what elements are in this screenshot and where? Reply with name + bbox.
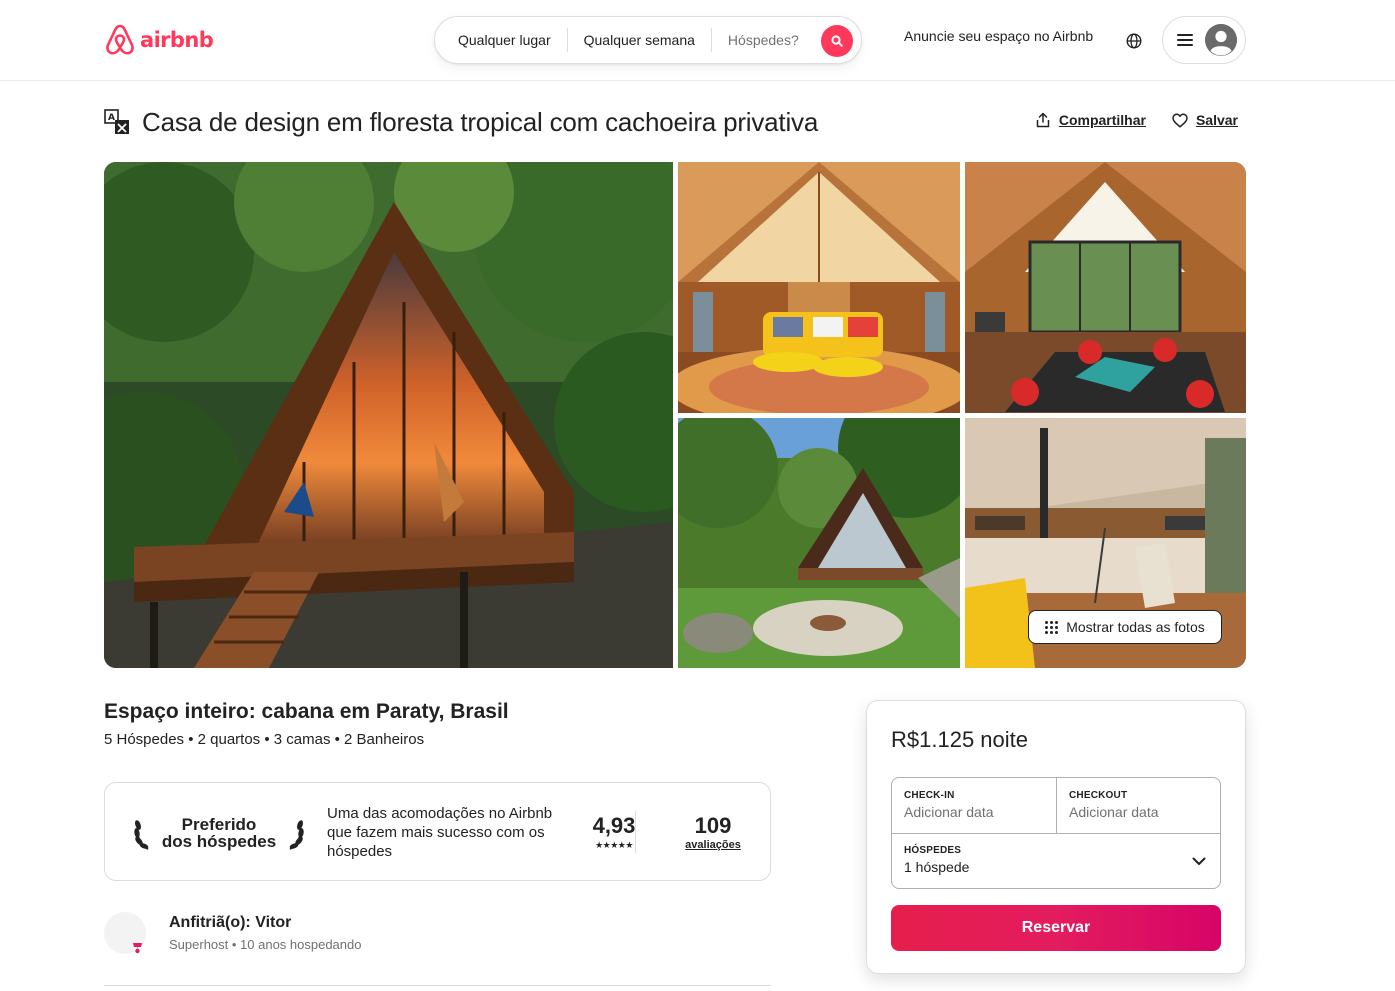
guest-favorite-badge-text: Preferido dos hóspedes	[162, 816, 276, 850]
search-button[interactable]	[821, 25, 853, 57]
become-host-link[interactable]: Anuncie seu espaço no Airbnb	[894, 28, 1103, 44]
hamburger-menu-icon	[1177, 34, 1193, 46]
airbnb-wordmark: airbnb	[140, 28, 214, 52]
photo-gallery: Mostrar todas as fotos	[104, 162, 1246, 668]
search-where[interactable]: Qualquer lugar	[435, 32, 567, 48]
search-guests[interactable]: Hóspedes?	[712, 32, 815, 48]
listing-type: Espaço inteiro: cabana em Paraty, Brasil	[104, 700, 509, 723]
host-section: Anfitriã(o): Vitor Superhost • 10 anos h…	[104, 912, 771, 954]
user-avatar-icon	[1205, 24, 1237, 56]
checkin-value: Adicionar data	[904, 804, 994, 820]
reviews-block[interactable]: 109 avaliações	[671, 813, 755, 851]
globe-icon	[1126, 33, 1142, 49]
laurel-left-icon	[134, 820, 149, 850]
main-photo[interactable]	[104, 162, 673, 668]
gallery-photo-exterior[interactable]	[678, 418, 960, 668]
grid-icon	[1045, 620, 1059, 634]
host-name: Anfitriã(o): Vitor	[169, 914, 292, 931]
reviews-count: 109	[694, 813, 732, 838]
checkin-label: CHECK-IN	[904, 790, 955, 801]
chevron-down-icon	[1192, 857, 1206, 865]
price-per-night: R$1.125 noite	[891, 727, 1028, 752]
heart-icon	[1172, 113, 1188, 128]
gallery-photo-dining-room[interactable]	[965, 162, 1246, 413]
listing-title: Casa de design em floresta tropical com …	[142, 106, 819, 137]
search-bar[interactable]: Qualquer lugar Qualquer semana Hóspedes?	[434, 16, 862, 64]
guests-value: 1 hóspede	[904, 859, 970, 875]
share-label: Compartilhar	[1058, 112, 1146, 128]
language-button[interactable]	[1120, 27, 1148, 55]
section-divider	[104, 985, 771, 986]
booking-inputs: CHECK-IN Adicionar data CHECKOUT Adicion…	[891, 777, 1221, 889]
superhost-badge-icon	[133, 943, 142, 954]
booking-card: R$1.125 noite CHECK-IN Adicionar data CH…	[866, 700, 1246, 974]
save-button[interactable]: Salvar	[1172, 112, 1238, 128]
save-label: Salvar	[1195, 112, 1238, 128]
guests-select[interactable]: HÓSPEDES 1 hóspede	[892, 834, 1220, 889]
share-button[interactable]: Compartilhar	[1035, 112, 1146, 128]
rating-divider	[635, 811, 636, 853]
checkout-label: CHECKOUT	[1069, 790, 1128, 801]
top-header: airbnb Qualquer lugar Qualquer semana Hó…	[0, 0, 1395, 81]
share-icon	[1036, 112, 1050, 128]
airbnb-logo[interactable]: airbnb	[104, 22, 214, 58]
guest-favorite-description: Uma das acomodações no Airbnb que fazem …	[327, 805, 553, 860]
guest-favorite-badge: Preferido dos hóspedes	[133, 811, 305, 855]
checkin-field[interactable]: CHECK-IN Adicionar data	[892, 778, 1057, 834]
show-all-photos-label: Mostrar todas as fotos	[1066, 619, 1205, 635]
badge-line-2: dos hóspedes	[161, 832, 277, 851]
host-avatar[interactable]	[104, 912, 146, 954]
badge-line-1: Preferido	[181, 815, 257, 834]
guest-favorite-card: Preferido dos hóspedes Uma das acomodaçõ…	[104, 782, 771, 881]
airbnb-logo-icon	[106, 24, 134, 55]
translate-icon[interactable]: A	[104, 109, 130, 135]
title-actions: Compartilhar Salvar	[1035, 112, 1238, 128]
listing-details: 5 Hóspedes • 2 quartos • 3 camas • 2 Ban…	[104, 731, 425, 748]
svg-text:A: A	[108, 113, 115, 123]
search-when[interactable]: Qualquer semana	[568, 32, 711, 48]
gallery-photo-living-room[interactable]	[678, 162, 960, 413]
laurel-right-icon	[289, 820, 304, 850]
reserve-button[interactable]: Reservar	[891, 905, 1221, 951]
listing-title-row: A Casa de design em floresta tropical co…	[104, 104, 1246, 140]
reviews-link[interactable]: avaliações	[671, 839, 755, 851]
user-menu-button[interactable]	[1162, 16, 1246, 64]
host-subtitle: Superhost • 10 anos hospedando	[169, 937, 362, 952]
search-icon	[831, 35, 843, 47]
show-all-photos-button[interactable]: Mostrar todas as fotos	[1028, 610, 1222, 644]
checkout-value: Adicionar data	[1069, 804, 1159, 820]
checkout-field[interactable]: CHECKOUT Adicionar data	[1057, 778, 1221, 834]
guests-label: HÓSPEDES	[904, 845, 962, 856]
